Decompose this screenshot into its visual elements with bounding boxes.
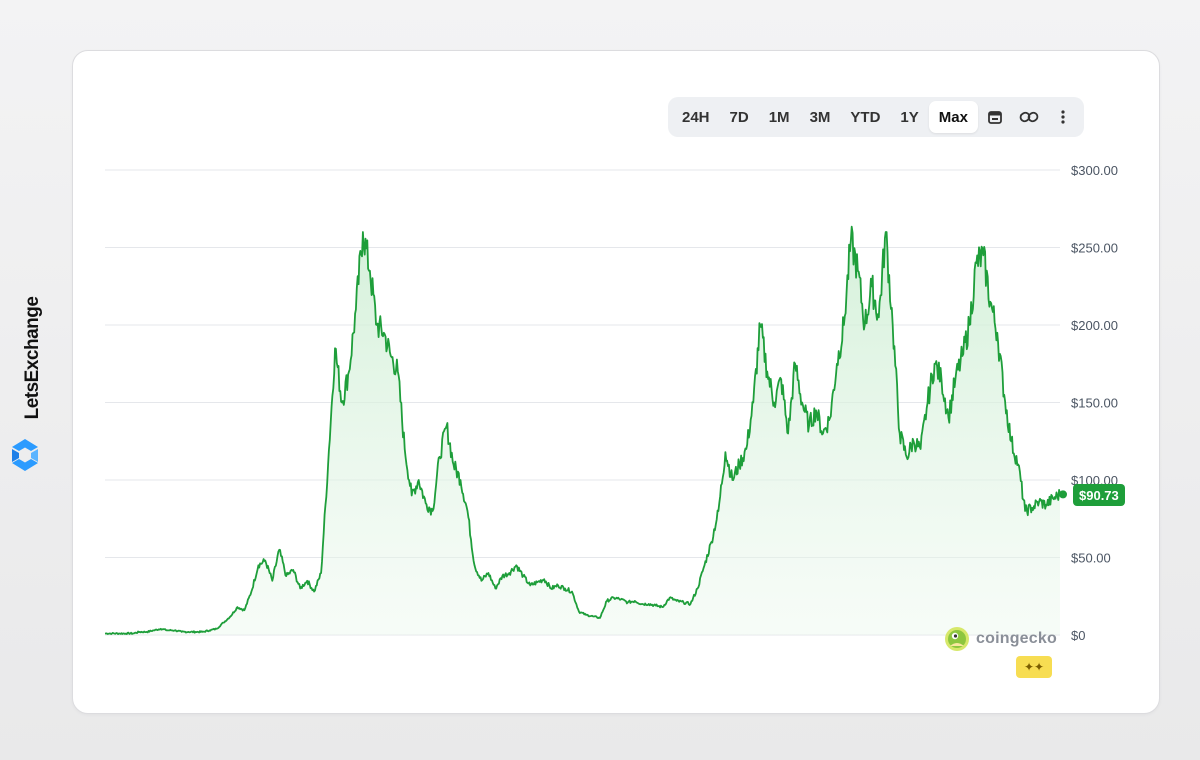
y-tick-label: $300.00 — [1071, 163, 1118, 178]
current-price-dot — [1059, 490, 1067, 499]
y-tick-label: $250.00 — [1071, 241, 1118, 256]
coingecko-logo-icon — [945, 627, 969, 651]
y-tick-label: $200.00 — [1071, 318, 1118, 333]
coingecko-text: coingecko — [976, 630, 1057, 647]
y-tick-label: $150.00 — [1071, 396, 1118, 411]
current-price-badge: $90.73 — [1073, 484, 1125, 506]
y-tick-label: $50.00 — [1071, 551, 1111, 566]
coingecko-watermark: coingecko — [944, 626, 1057, 652]
y-tick-label: $0 — [1071, 628, 1085, 643]
price-area-fill — [105, 226, 1060, 635]
sparkle-badge-icon: ✦✦ — [1016, 656, 1052, 678]
